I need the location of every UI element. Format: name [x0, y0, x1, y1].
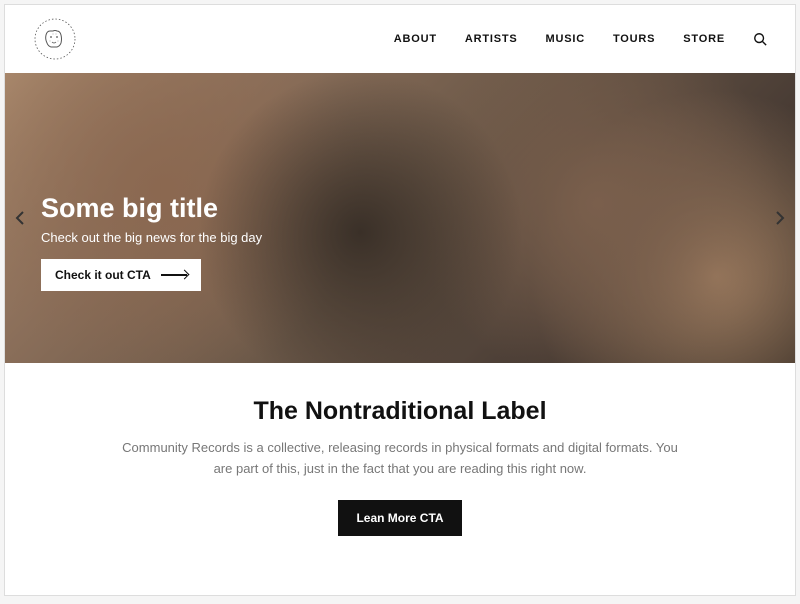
search-icon[interactable] — [753, 32, 767, 46]
chevron-right-icon[interactable] — [771, 209, 789, 227]
chevron-left-icon[interactable] — [11, 209, 29, 227]
hero-title: Some big title — [41, 193, 262, 224]
about-cta-button[interactable]: Lean More CTA — [338, 500, 461, 536]
nav-about[interactable]: ABOUT — [394, 33, 437, 45]
about-section: The Nontraditional Label Community Recor… — [5, 363, 795, 560]
logo-icon — [33, 17, 77, 61]
about-title: The Nontraditional Label — [85, 397, 715, 426]
logo[interactable] — [33, 17, 77, 61]
nav-music[interactable]: MUSIC — [546, 33, 585, 45]
page: ABOUT ARTISTS MUSIC TOURS STORE Some big… — [4, 4, 796, 596]
hero-content: Some big title Check out the big news fo… — [41, 193, 262, 291]
nav-store[interactable]: STORE — [683, 33, 725, 45]
hero-cta-label: Check it out CTA — [55, 268, 151, 282]
header: ABOUT ARTISTS MUSIC TOURS STORE — [5, 5, 795, 73]
hero-subtitle: Check out the big news for the big day — [41, 230, 262, 245]
hero-cta-button[interactable]: Check it out CTA — [41, 259, 201, 291]
about-body: Community Records is a collective, relea… — [120, 438, 680, 480]
hero-carousel: Some big title Check out the big news fo… — [5, 73, 795, 363]
nav-artists[interactable]: ARTISTS — [465, 33, 518, 45]
nav-tours[interactable]: TOURS — [613, 33, 655, 45]
main-nav: ABOUT ARTISTS MUSIC TOURS STORE — [394, 32, 767, 46]
arrow-right-icon — [161, 274, 187, 276]
